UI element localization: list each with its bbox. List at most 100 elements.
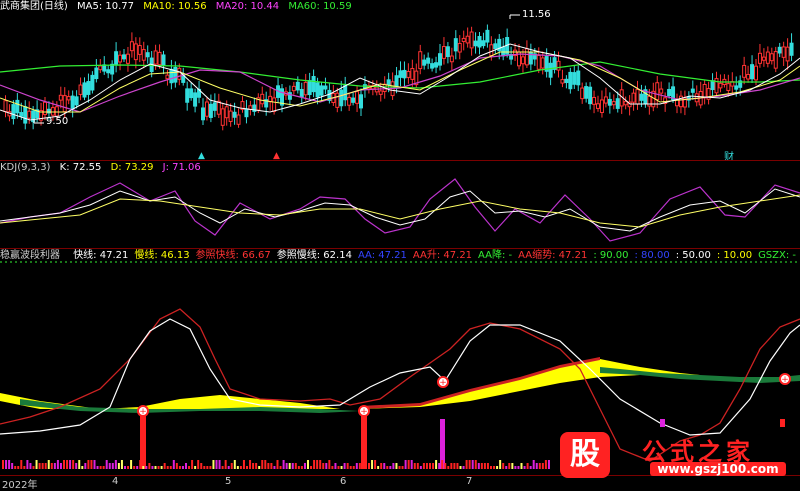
candle	[702, 83, 707, 99]
tick-bar	[392, 463, 395, 469]
tick-bar	[523, 466, 526, 469]
candle	[244, 108, 249, 118]
tick-bar	[438, 463, 441, 469]
tick-bar	[401, 466, 404, 469]
candle	[718, 82, 723, 89]
tick-bar	[23, 466, 26, 469]
candle	[611, 101, 616, 106]
candle	[118, 54, 123, 63]
tick-bar	[331, 466, 334, 469]
candle	[449, 55, 454, 63]
tick-bar	[127, 466, 130, 469]
tick-bar	[206, 466, 209, 469]
tick-bar	[29, 463, 32, 469]
tick-bar	[297, 466, 300, 469]
tick-bar	[117, 463, 120, 469]
tick-bar	[32, 466, 35, 469]
svg-text:+: +	[139, 407, 147, 417]
tick-bar	[517, 466, 520, 469]
tick-bar	[236, 466, 239, 469]
tick-bar	[377, 466, 380, 469]
price-panel[interactable]: 武商集团(日线) MA5: 10.77 MA10: 10.56 MA20: 10…	[0, 0, 800, 163]
candle	[599, 99, 604, 113]
tick-bar	[422, 463, 425, 469]
tick-bar	[78, 460, 81, 469]
tick-bar	[511, 463, 514, 469]
candle	[193, 92, 198, 107]
signal-bar-4	[660, 419, 665, 427]
candle	[623, 100, 628, 106]
tick-bar	[416, 463, 419, 469]
tick-bar	[364, 463, 367, 469]
tick-bar	[133, 466, 136, 469]
tick-bar	[108, 463, 111, 469]
candle	[580, 87, 585, 100]
tick-bar	[264, 460, 267, 469]
tick-bar	[224, 460, 227, 469]
candle	[524, 48, 529, 66]
tick-bar	[288, 463, 291, 469]
tick-bar	[432, 463, 435, 469]
candle	[481, 40, 486, 47]
buy-marker-1: +	[137, 405, 149, 417]
tick-bar	[72, 460, 75, 469]
tick-bar	[538, 463, 541, 469]
tick-bar	[120, 460, 123, 469]
candle	[635, 89, 640, 105]
tick-bar	[230, 463, 233, 469]
candle	[66, 96, 71, 101]
candle	[410, 68, 415, 80]
candles	[3, 24, 794, 131]
candle	[639, 93, 644, 101]
tick-bar	[154, 466, 157, 469]
tick-bar	[319, 460, 322, 469]
tick-bar	[270, 463, 273, 469]
candle	[754, 65, 758, 81]
candle	[177, 67, 182, 80]
candle	[378, 90, 383, 95]
tick-bar	[447, 466, 450, 469]
tick-bar	[169, 466, 172, 469]
tick-bar	[307, 460, 309, 469]
event-arrow-2: ▲	[273, 151, 280, 160]
candle	[785, 46, 790, 62]
tick-bar	[139, 460, 142, 469]
tick-bar	[130, 460, 133, 469]
candle	[319, 85, 324, 96]
candle	[19, 112, 24, 117]
tick-bar	[93, 460, 96, 469]
svg-text:+: +	[360, 407, 368, 417]
tick-bar	[276, 460, 279, 469]
tick-bar	[435, 460, 438, 469]
candle	[777, 46, 782, 54]
candle	[137, 45, 142, 55]
date-label-5: 5	[225, 476, 232, 487]
kdj-panel[interactable]: KDJ(9,3,3) K: 72.55 D: 73.29 J: 71.06	[0, 161, 800, 248]
tick-bar	[410, 460, 413, 469]
candle	[110, 63, 115, 75]
candle	[307, 80, 312, 96]
tick-bar	[44, 463, 47, 469]
candle	[568, 71, 573, 90]
candle	[122, 54, 126, 60]
candle	[773, 51, 778, 69]
tick-bar	[547, 460, 550, 469]
candle	[303, 81, 308, 96]
tick-bar	[239, 466, 242, 469]
tick-bar	[35, 460, 38, 469]
tick-bar	[142, 466, 145, 469]
candle	[323, 85, 328, 90]
candle	[742, 64, 747, 78]
tick-bar	[157, 466, 160, 469]
candle	[781, 46, 786, 58]
candle	[295, 81, 300, 91]
candle	[232, 111, 237, 118]
tick-bar	[242, 460, 245, 469]
tick-bar	[181, 466, 184, 469]
candle	[750, 64, 755, 80]
candle	[157, 51, 162, 66]
tick-bar	[383, 463, 386, 469]
tick-bar	[258, 466, 261, 469]
tick-bar	[310, 466, 313, 469]
candle	[3, 100, 8, 113]
